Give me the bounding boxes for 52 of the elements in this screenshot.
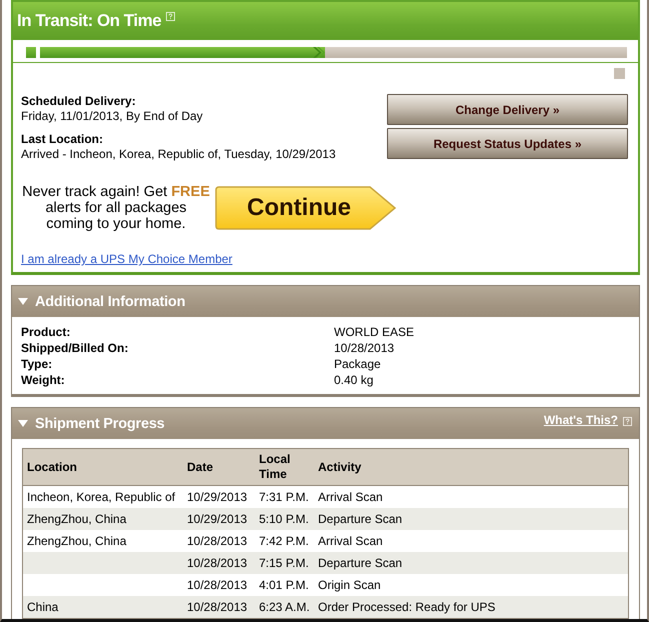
info-label: Weight: [21, 372, 66, 388]
field-label: Scheduled Delivery: [21, 94, 137, 109]
table-cell: Arrival Scan [318, 490, 383, 504]
field-label: Last Location: [21, 132, 104, 147]
info-label: Shipped/Billed On: [21, 340, 130, 356]
field-value: Friday, 11/01/2013, By End of Day [21, 109, 204, 124]
info-label: Type: [21, 356, 54, 372]
table-cell: 6:23 A.M. [259, 600, 310, 614]
info-value: 0.40 kg [334, 372, 374, 388]
member-link[interactable]: I am already a UPS My Choice Member [21, 252, 232, 266]
table-cell: 10/29/2013 [187, 512, 248, 526]
table-cell: Order Processed: Ready for UPS [318, 600, 496, 614]
column-header: Location [26, 460, 78, 474]
table-cell: Departure Scan [318, 556, 402, 570]
info-value: WORLD EASE [334, 324, 414, 340]
table-cell: China [27, 600, 58, 614]
table-cell: 10/28/2013 [187, 534, 248, 548]
table-cell: Departure Scan [318, 512, 402, 526]
start-marker-icon [26, 46, 36, 58]
help-icon[interactable] [166, 12, 176, 21]
field-value: Arrived - Incheon, Korea, Republic of, Tuesday, 10/29/2013 [21, 147, 337, 162]
continue-button[interactable]: Continue [215, 186, 397, 230]
table-cell: 10/28/2013 [187, 578, 248, 592]
info-label: Product: [21, 324, 72, 340]
column-header: Date [186, 460, 214, 474]
table-cell: 7:15 P.M. [259, 556, 309, 570]
caret-icon[interactable] [18, 298, 28, 305]
table-cell: 10/28/2013 [187, 556, 248, 570]
panel-title: Shipment Progress [35, 416, 165, 432]
table-cell: 10/29/2013 [187, 490, 248, 504]
info-value: Package [334, 356, 381, 372]
panel-title: Additional Information [35, 294, 186, 310]
table-cell: ZhengZhou, China [27, 512, 126, 526]
info-value: 10/28/2013 [334, 340, 394, 356]
action-button[interactable]: Change Delivery » [387, 94, 628, 125]
table-cell: Arrival Scan [318, 534, 383, 548]
action-button[interactable]: Request Status Updates » [387, 128, 628, 159]
table-cell: ZhengZhou, China [27, 534, 126, 548]
table-cell: 7:42 P.M. [259, 534, 309, 548]
caret-icon[interactable] [18, 420, 28, 427]
table-cell: 4:01 P.M. [259, 578, 309, 592]
help-icon[interactable] [623, 416, 632, 426]
table-cell: Origin Scan [318, 578, 381, 592]
table-cell: 7:31 P.M. [259, 490, 309, 504]
table-cell: 10/28/2013 [187, 600, 248, 614]
status-title: In Transit: On Time [17, 11, 162, 31]
column-header: Local Time [258, 452, 292, 482]
table-cell: 5:10 P.M. [259, 512, 309, 526]
square-icon [614, 68, 625, 79]
column-header: Activity [317, 460, 362, 474]
promo-text: Never track again! Get FREE alerts for all packages coming to your home. [21, 184, 211, 232]
table-cell: Incheon, Korea, Republic of [27, 490, 176, 504]
